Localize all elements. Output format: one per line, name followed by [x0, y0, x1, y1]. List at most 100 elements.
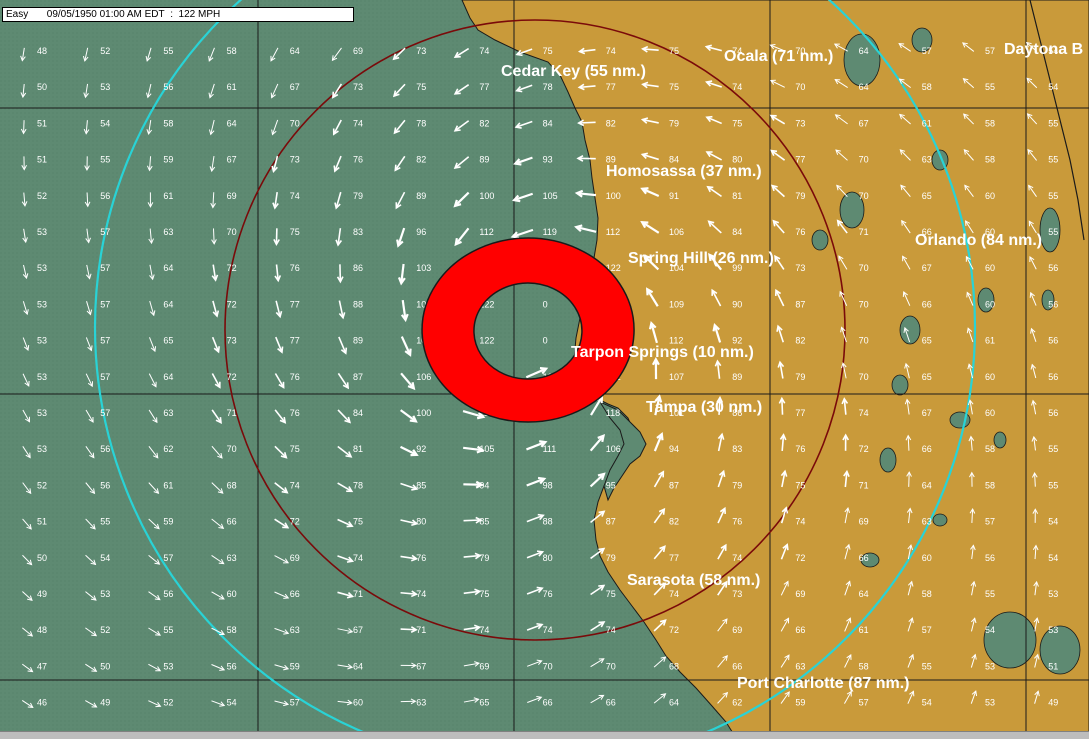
wind-speed-label: 53: [37, 444, 47, 454]
max-wind-speed: 122 MPH: [179, 8, 221, 21]
wind-speed-label: 109: [669, 299, 684, 309]
wind-speed-label: 69: [795, 589, 805, 599]
wind-speed-label: 82: [479, 118, 489, 128]
wind-speed-label: 57: [100, 372, 110, 382]
wind-speed-label: 63: [163, 408, 173, 418]
wind-speed-label: 74: [290, 480, 300, 490]
wind-speed-label: 69: [859, 517, 869, 527]
wind-speed-label: 73: [290, 155, 300, 165]
wind-speed-label: 70: [859, 336, 869, 346]
wind-speed-label: 100: [479, 191, 494, 201]
wind-speed-label: 60: [985, 299, 995, 309]
wind-speed-label: 65: [163, 336, 173, 346]
wind-speed-label: 66: [922, 299, 932, 309]
wind-speed-label: 93: [543, 155, 553, 165]
wind-speed-label: 71: [416, 625, 426, 635]
wind-speed-label: 62: [732, 698, 742, 708]
wind-speed-label: 54: [922, 698, 932, 708]
wind-speed-label: 60: [227, 589, 237, 599]
wind-speed-label: 53: [37, 299, 47, 309]
wind-speed-label: 67: [859, 118, 869, 128]
wind-speed-label: 70: [290, 118, 300, 128]
wind-speed-label: 84: [732, 227, 742, 237]
wind-speed-label: 91: [669, 191, 679, 201]
wind-speed-label: 73: [795, 118, 805, 128]
wind-speed-label: 72: [227, 299, 237, 309]
storm-map[interactable]: 4852555864697374757475747064575754505356…: [0, 0, 1089, 738]
wind-speed-label: 74: [479, 46, 489, 56]
wind-speed-label: 56: [1048, 372, 1058, 382]
wind-speed-label: 56: [1048, 299, 1058, 309]
wind-speed-label: 56: [163, 82, 173, 92]
wind-speed-label: 105: [543, 191, 558, 201]
wind-speed-label: 76: [290, 263, 300, 273]
wind-speed-label: 77: [795, 408, 805, 418]
wind-speed-label: 50: [37, 82, 47, 92]
wind-speed-label: 84: [353, 408, 363, 418]
wind-speed-label: 49: [37, 589, 47, 599]
wind-speed-label: 53: [37, 408, 47, 418]
wind-speed-label: 52: [163, 698, 173, 708]
wind-speed-label: 76: [290, 372, 300, 382]
wind-speed-label: 46: [37, 698, 47, 708]
wind-speed-label: 67: [922, 263, 932, 273]
wind-speed-label: 56: [985, 553, 995, 563]
wind-speed-label: 75: [606, 589, 616, 599]
wind-speed-label: 64: [290, 46, 300, 56]
wind-speed-label: 82: [669, 517, 679, 527]
wind-speed-label: 63: [922, 155, 932, 165]
wind-speed-label: 53: [1048, 589, 1058, 599]
wind-speed-label: 79: [795, 191, 805, 201]
wind-speed-label: 76: [543, 589, 553, 599]
wind-speed-label: 75: [732, 118, 742, 128]
wind-speed-label: 88: [543, 517, 553, 527]
wind-speed-label: 71: [859, 480, 869, 490]
wind-speed-label: 53: [37, 263, 47, 273]
wind-speed-label: 63: [290, 625, 300, 635]
wind-speed-label: 81: [732, 191, 742, 201]
wind-speed-label: 53: [985, 698, 995, 708]
wind-speed-label: 61: [922, 118, 932, 128]
wind-speed-label: 87: [669, 480, 679, 490]
wind-speed-label: 70: [227, 444, 237, 454]
wind-speed-label: 87: [353, 372, 363, 382]
wind-speed-label: 74: [479, 625, 489, 635]
wind-speed-label: 75: [669, 82, 679, 92]
wind-speed-label: 57: [922, 625, 932, 635]
wind-speed-label: 58: [985, 118, 995, 128]
wind-speed-label: 64: [163, 372, 173, 382]
wind-speed-label: 53: [100, 82, 110, 92]
wind-speed-label: 79: [353, 191, 363, 201]
wind-speed-label: 66: [795, 625, 805, 635]
wind-speed-label: 72: [795, 553, 805, 563]
wind-speed-label: 69: [479, 661, 489, 671]
wind-speed-label: 74: [290, 191, 300, 201]
wind-speed-label: 54: [1048, 517, 1058, 527]
city-label-spring-hill: Spring Hill (26 nm.): [628, 250, 774, 267]
wind-speed-label: 65: [479, 698, 489, 708]
wind-speed-label: 119: [543, 227, 557, 237]
wind-speed-label: 71: [227, 408, 237, 418]
city-label-homosassa: Homosassa (37 nm.): [606, 163, 762, 180]
wind-speed-label: 57: [290, 698, 300, 708]
wind-speed-label: 54: [985, 625, 995, 635]
wind-speed-label: 58: [227, 46, 237, 56]
wind-speed-label: 55: [1048, 118, 1058, 128]
wind-speed-label: 78: [543, 82, 553, 92]
wind-speed-label: 82: [416, 155, 426, 165]
wind-speed-label: 87: [795, 299, 805, 309]
wind-speed-label: 72: [290, 517, 300, 527]
city-label-tampa: Tampa (30 nm.): [646, 399, 762, 416]
wind-speed-label: 74: [859, 408, 869, 418]
wind-speed-label: 70: [795, 82, 805, 92]
wind-speed-label: 79: [669, 118, 679, 128]
wind-speed-label: 67: [353, 625, 363, 635]
wind-speed-label: 64: [669, 698, 679, 708]
wind-speed-label: 78: [416, 118, 426, 128]
wind-speed-label: 76: [353, 155, 363, 165]
wind-speed-label: 87: [606, 517, 616, 527]
wind-speed-label: 70: [859, 263, 869, 273]
wind-speed-label: 100: [606, 191, 621, 201]
wind-speed-label: 79: [795, 372, 805, 382]
wind-speed-label: 73: [416, 46, 426, 56]
